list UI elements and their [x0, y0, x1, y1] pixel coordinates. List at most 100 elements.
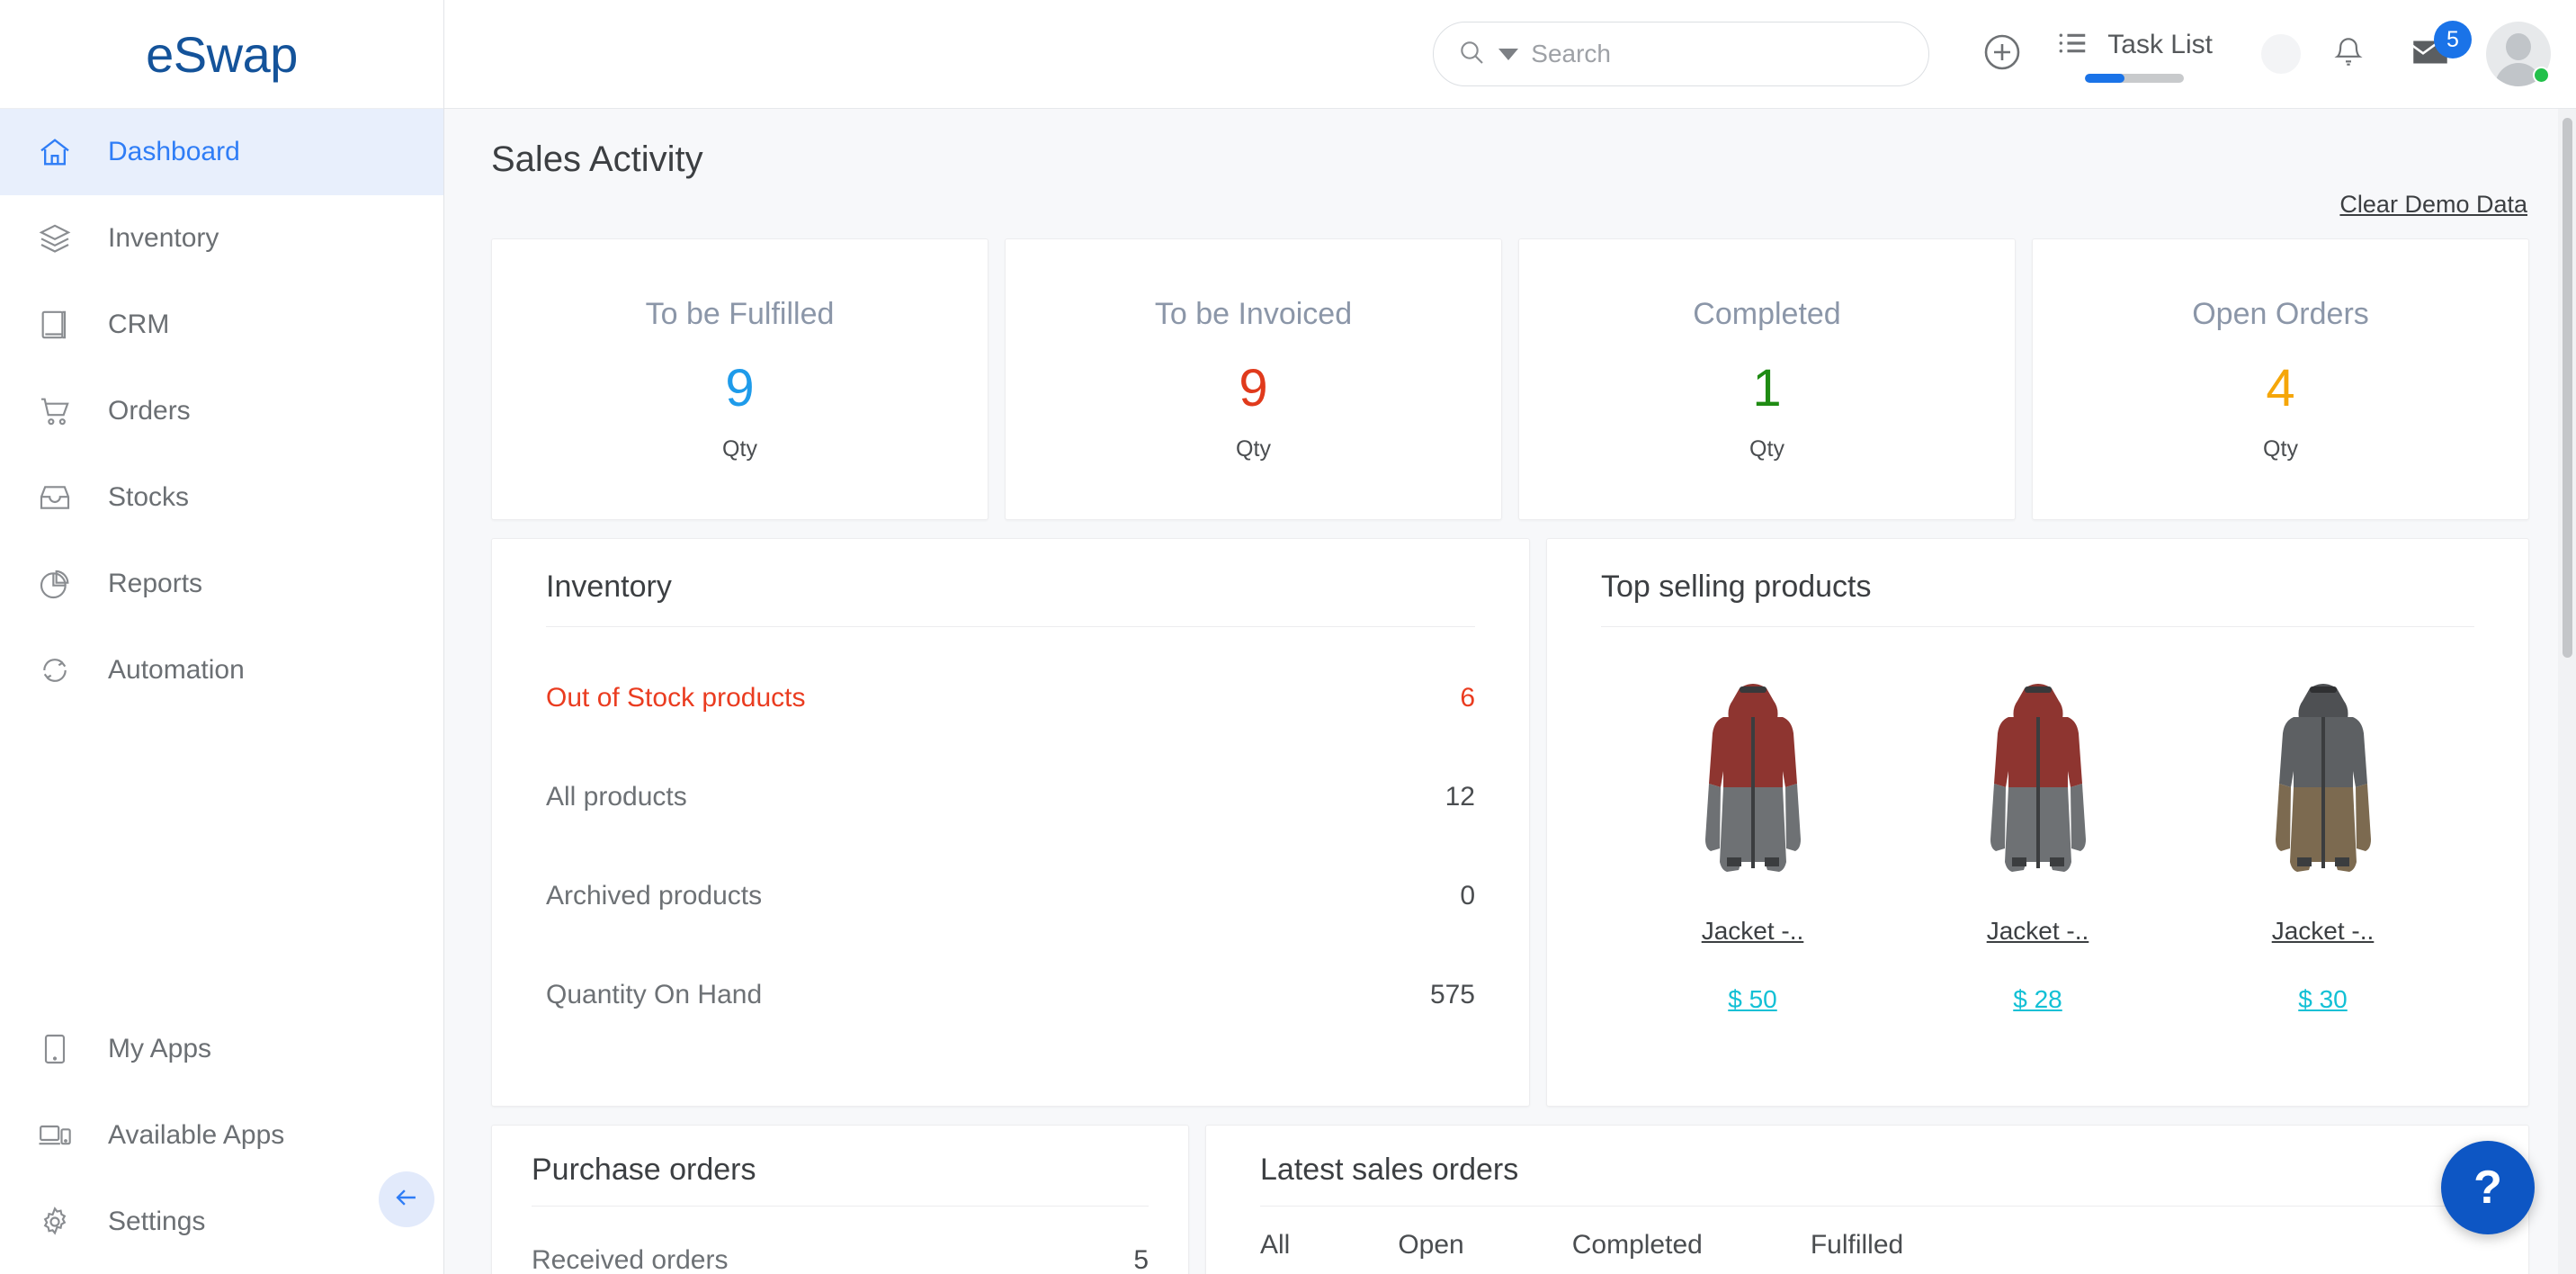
brand-name: eSwap — [146, 25, 298, 83]
product-card[interactable]: Jacket -.. $ 50 — [1618, 677, 1888, 1014]
sidebar-collapse-button[interactable] — [379, 1171, 434, 1227]
tray-icon — [34, 477, 76, 518]
sidebar-item-label: Inventory — [108, 223, 219, 253]
devices-icon — [34, 1115, 76, 1156]
product-card[interactable]: Jacket -.. $ 28 — [1903, 677, 2173, 1014]
avatar-head — [2506, 33, 2531, 60]
inventory-row-label: Quantity On Hand — [546, 980, 763, 1009]
app-root: eSwap Dashboard Inventory CRM Orders Sto… — [0, 0, 2576, 1274]
sidebar-main-nav: Dashboard Inventory CRM Orders Stocks Re… — [0, 109, 443, 713]
kpi-card-to-be-fulfilled[interactable]: To be Fulfilled 9 Qty — [491, 238, 988, 520]
kpi-unit: Qty — [2263, 435, 2298, 462]
latest-sales-orders-title: Latest sales orders — [1260, 1153, 1519, 1187]
notifications-button[interactable] — [2321, 26, 2376, 82]
product-price[interactable]: $ 50 — [1728, 985, 1777, 1014]
sidebar-item-orders[interactable]: Orders — [0, 368, 443, 454]
kpi-title: Open Orders — [2192, 296, 2369, 331]
bottom-row: Purchase orders Received orders 5 Latest… — [491, 1125, 2529, 1274]
purchase-orders-row-received[interactable]: Received orders 5 — [532, 1225, 1149, 1274]
top-selling-products-panel: Top selling products Jacket -.. $ 50 Jac… — [1546, 538, 2529, 1107]
search-icon — [1457, 38, 1486, 71]
scrollbar-thumb[interactable] — [2563, 118, 2572, 658]
inventory-row-all-products[interactable]: All products 12 — [546, 748, 1475, 847]
inventory-row-quantity-on-hand[interactable]: Quantity On Hand 575 — [546, 946, 1475, 1045]
sidebar-item-inventory[interactable]: Inventory — [0, 195, 443, 282]
search-input[interactable] — [1531, 40, 1906, 68]
inventory-row-value: 6 — [1460, 683, 1475, 713]
product-card[interactable]: Jacket -.. $ 30 — [2188, 677, 2458, 1014]
sidebar-item-reports[interactable]: Reports — [0, 541, 443, 627]
page-header: Sales Activity Clear Demo Data — [491, 109, 2529, 219]
inventory-row-out-of-stock[interactable]: Out of Stock products 6 — [546, 649, 1475, 748]
cart-icon — [34, 390, 76, 432]
search-box[interactable] — [1433, 22, 1930, 86]
product-price[interactable]: $ 30 — [2298, 985, 2348, 1014]
inventory-row-value: 575 — [1429, 980, 1475, 1009]
add-button[interactable] — [1974, 26, 2030, 82]
kpi-unit: Qty — [722, 435, 757, 462]
book-icon — [34, 304, 76, 345]
task-list-label: Task List — [2107, 30, 2213, 59]
arrow-left-icon — [391, 1182, 422, 1217]
sidebar-item-stocks[interactable]: Stocks — [0, 454, 443, 541]
jacket-image — [1696, 677, 1810, 884]
inventory-row-archived-products[interactable]: Archived products 0 — [546, 847, 1475, 946]
list-icon — [2055, 26, 2089, 65]
kpi-value: 4 — [2266, 358, 2295, 417]
inventory-row-value: 12 — [1445, 782, 1475, 812]
jacket-image — [1981, 677, 2095, 884]
sidebar-item-automation[interactable]: Automation — [0, 627, 443, 713]
sidebar-item-available-apps[interactable]: Available Apps — [0, 1092, 443, 1179]
sidebar-item-my-apps[interactable]: My Apps — [0, 1006, 443, 1092]
kpi-card-open-orders[interactable]: Open Orders 4 Qty — [2032, 238, 2529, 520]
sidebar-item-dashboard[interactable]: Dashboard — [0, 109, 443, 195]
purchase-orders-panel: Purchase orders Received orders 5 — [491, 1125, 1189, 1274]
inventory-row-label: Out of Stock products — [546, 683, 806, 713]
inventory-row-label: All products — [546, 782, 687, 812]
tab-all[interactable]: All — [1260, 1230, 1290, 1261]
clear-demo-row: Clear Demo Data — [491, 191, 2529, 219]
clear-demo-data-link[interactable]: Clear Demo Data — [2339, 191, 2527, 219]
kpi-card-completed[interactable]: Completed 1 Qty — [1518, 238, 2016, 520]
pie-chart-icon — [34, 563, 76, 605]
product-price[interactable]: $ 28 — [2013, 985, 2062, 1014]
status-badge — [2533, 67, 2550, 84]
sidebar-item-label: Dashboard — [108, 137, 240, 166]
help-button[interactable]: ? — [2441, 1141, 2535, 1234]
product-name[interactable]: Jacket -.. — [2272, 917, 2375, 946]
chevron-down-icon[interactable] — [1498, 48, 1519, 60]
sidebar-item-settings[interactable]: Settings — [0, 1179, 443, 1265]
kpi-value: 9 — [725, 358, 755, 417]
tab-fulfilled[interactable]: Fulfilled — [1811, 1230, 1903, 1261]
user-avatar-button[interactable] — [2486, 22, 2551, 86]
product-name[interactable]: Jacket -.. — [1987, 917, 2089, 946]
product-name[interactable]: Jacket -.. — [1702, 917, 1804, 946]
sidebar: eSwap Dashboard Inventory CRM Orders Sto… — [0, 0, 444, 1274]
page-title: Sales Activity — [491, 139, 703, 179]
gear-icon — [34, 1201, 76, 1243]
task-list-button[interactable]: Task List — [2055, 26, 2213, 83]
refresh-icon — [34, 650, 76, 691]
tab-completed[interactable]: Completed — [1572, 1230, 1703, 1261]
sidebar-item-crm[interactable]: CRM — [0, 282, 443, 368]
sidebar-item-label: Orders — [108, 396, 191, 426]
sidebar-item-label: Settings — [108, 1207, 206, 1236]
main-area: Task List — [444, 0, 2576, 1274]
task-list-progress-fill — [2084, 73, 2124, 83]
product-list: Jacket -.. $ 50 Jacket -.. $ 28 Jacket -… — [1547, 627, 2528, 1014]
inventory-panel-title: Inventory — [546, 570, 672, 604]
kpi-title: Completed — [1693, 296, 1841, 331]
messages-button[interactable]: 5 — [2400, 21, 2472, 82]
sidebar-item-label: Available Apps — [108, 1120, 285, 1150]
vertical-scrollbar[interactable] — [2558, 109, 2576, 1274]
kpi-card-to-be-invoiced[interactable]: To be Invoiced 9 Qty — [1005, 238, 1502, 520]
inventory-list: Out of Stock products 6 All products 12 … — [492, 627, 1529, 1045]
brand-logo[interactable]: eSwap — [0, 0, 443, 109]
mid-row: Inventory Out of Stock products 6 All pr… — [491, 538, 2529, 1107]
tab-open[interactable]: Open — [1398, 1230, 1463, 1261]
purchase-orders-title: Purchase orders — [532, 1153, 756, 1187]
sidebar-item-label: Automation — [108, 655, 245, 685]
inventory-row-label: Archived products — [546, 881, 763, 911]
inventory-panel: Inventory Out of Stock products 6 All pr… — [491, 538, 1530, 1107]
